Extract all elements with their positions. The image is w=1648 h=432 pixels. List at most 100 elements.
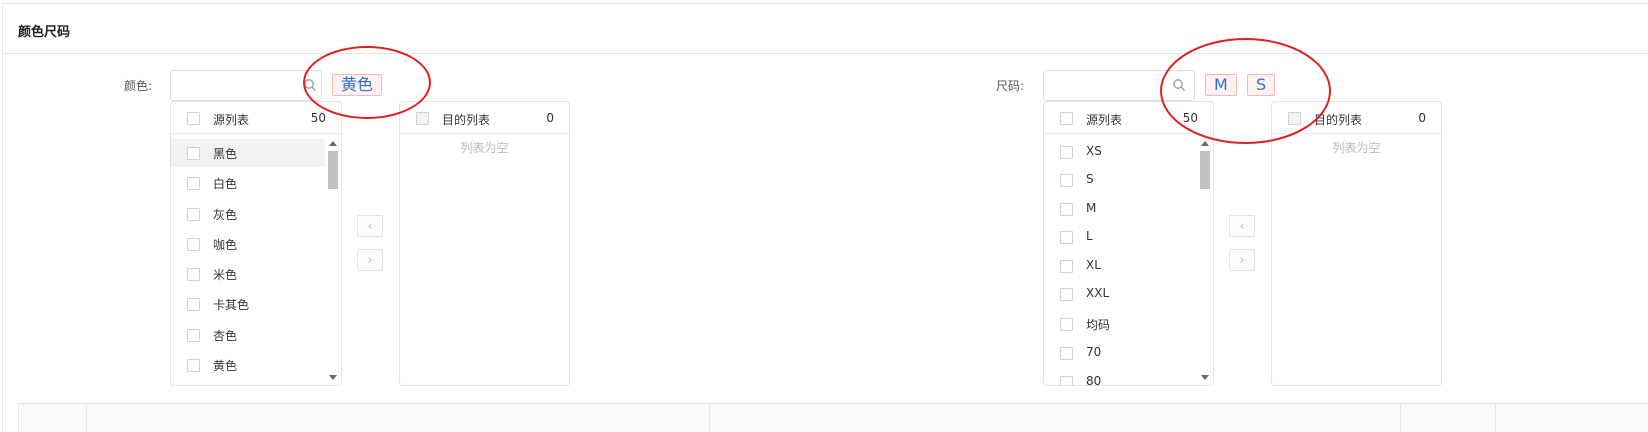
- search-icon[interactable]: [1172, 78, 1186, 92]
- item-checkbox[interactable]: [187, 147, 200, 160]
- scroll-down-arrow-icon[interactable]: [329, 375, 337, 380]
- scroll-thumb[interactable]: [328, 151, 338, 189]
- selected-size-tag[interactable]: M: [1205, 74, 1237, 96]
- color-source-header: 源列表 50: [171, 102, 341, 134]
- selected-size-tag[interactable]: S: [1247, 74, 1276, 96]
- color-target-header: 目的列表 0: [400, 102, 569, 134]
- item-label: S: [1086, 172, 1094, 186]
- scroll-down-arrow-icon[interactable]: [1201, 375, 1209, 380]
- table-divider: [709, 404, 710, 432]
- item-label: L: [1086, 229, 1093, 243]
- item-checkbox[interactable]: [187, 359, 200, 372]
- size-label: 尺码:: [996, 79, 1025, 93]
- item-checkbox[interactable]: [1060, 231, 1073, 244]
- item-label: XS: [1086, 144, 1102, 158]
- list-item[interactable]: 80: [1044, 368, 1197, 386]
- list-item[interactable]: 白色: [171, 169, 325, 197]
- color-target-title: 目的列表: [442, 113, 491, 127]
- list-item[interactable]: S: [1044, 166, 1197, 194]
- item-label: 灰色: [213, 208, 238, 222]
- color-source-scrollbar[interactable]: [325, 135, 341, 385]
- item-label: XXL: [1086, 286, 1110, 300]
- item-label: M: [1086, 201, 1097, 215]
- item-label: 黄色: [213, 359, 238, 373]
- list-item[interactable]: L: [1044, 223, 1197, 251]
- item-checkbox[interactable]: [1060, 174, 1073, 187]
- item-checkbox[interactable]: [187, 177, 200, 190]
- item-checkbox[interactable]: [1060, 146, 1073, 159]
- color-source-title: 源列表: [213, 113, 250, 127]
- size-target-empty-text: 列表为空: [1332, 141, 1381, 155]
- color-target-count: 0: [546, 111, 554, 125]
- item-label: 70: [1086, 345, 1102, 359]
- color-label: 颜色:: [124, 79, 153, 93]
- move-right-button[interactable]: ›: [1229, 249, 1255, 271]
- item-label: 白色: [213, 177, 238, 191]
- selected-color-tag[interactable]: 黄色: [332, 74, 383, 96]
- item-label: 米色: [213, 268, 238, 282]
- list-item[interactable]: 70: [1044, 339, 1197, 367]
- list-item[interactable]: 均码: [1044, 310, 1197, 338]
- item-checkbox[interactable]: [187, 208, 200, 221]
- item-checkbox[interactable]: [187, 329, 200, 342]
- move-left-button[interactable]: ‹: [1229, 215, 1255, 237]
- item-checkbox[interactable]: [1060, 288, 1073, 301]
- item-checkbox[interactable]: [1060, 318, 1073, 331]
- color-target-list: 目的列表 0 列表为空: [399, 101, 570, 386]
- scroll-up-arrow-icon[interactable]: [329, 141, 337, 146]
- size-source-count: 50: [1182, 111, 1198, 125]
- list-item[interactable]: XS: [1044, 138, 1197, 166]
- color-target-empty-text: 列表为空: [460, 141, 509, 155]
- list-item[interactable]: XL: [1044, 252, 1197, 280]
- list-item[interactable]: 杏色: [171, 321, 325, 349]
- item-label: XL: [1086, 258, 1101, 272]
- list-item[interactable]: M: [1044, 195, 1197, 223]
- move-left-button[interactable]: ‹: [357, 215, 383, 237]
- size-search-input[interactable]: [1043, 70, 1195, 101]
- item-label: 卡其色: [213, 298, 250, 312]
- size-target-title: 目的列表: [1314, 113, 1363, 127]
- search-icon[interactable]: [303, 78, 317, 92]
- item-label: 咖色: [213, 238, 238, 252]
- color-target-select-all-checkbox[interactable]: [416, 112, 429, 125]
- table-header-strip: [18, 403, 1648, 432]
- table-divider: [86, 404, 87, 432]
- size-source-select-all-checkbox[interactable]: [1060, 112, 1073, 125]
- item-checkbox[interactable]: [187, 268, 200, 281]
- list-item[interactable]: 米色: [171, 260, 325, 288]
- size-target-count: 0: [1418, 111, 1426, 125]
- size-target-select-all-checkbox[interactable]: [1288, 112, 1301, 125]
- list-item[interactable]: 卡其色: [171, 290, 325, 318]
- item-checkbox[interactable]: [1060, 376, 1073, 385]
- list-item[interactable]: 黑色: [171, 139, 325, 167]
- item-checkbox[interactable]: [1060, 203, 1073, 216]
- item-checkbox[interactable]: [1060, 260, 1073, 273]
- list-item[interactable]: 黄色: [171, 351, 325, 379]
- list-item[interactable]: 灰色: [171, 200, 325, 228]
- color-source-select-all-checkbox[interactable]: [187, 112, 200, 125]
- item-checkbox[interactable]: [1060, 347, 1073, 360]
- scroll-up-arrow-icon[interactable]: [1201, 141, 1209, 146]
- color-search-input[interactable]: [170, 70, 322, 101]
- item-label: 黑色: [213, 147, 238, 161]
- color-source-count: 50: [310, 111, 326, 125]
- size-target-header: 目的列表 0: [1272, 102, 1441, 134]
- move-right-button[interactable]: ›: [357, 249, 383, 271]
- item-label: 杏色: [213, 329, 238, 343]
- list-item[interactable]: 咖色: [171, 230, 325, 258]
- section-title: 颜色尺码: [18, 25, 71, 40]
- size-source-list: 源列表 50 XS S M L XL XXL 均码 70 80: [1043, 101, 1214, 386]
- table-divider: [1400, 404, 1401, 432]
- size-source-scrollbar[interactable]: [1197, 135, 1213, 385]
- item-checkbox[interactable]: [187, 238, 200, 251]
- item-label: 均码: [1086, 318, 1111, 332]
- scroll-thumb[interactable]: [1200, 151, 1210, 189]
- size-source-title: 源列表: [1086, 113, 1123, 127]
- item-label: 80: [1086, 374, 1102, 386]
- item-checkbox[interactable]: [187, 298, 200, 311]
- color-source-list: 源列表 50 黑色 白色 灰色 咖色 米色 卡其色 杏色 黄色: [170, 101, 342, 386]
- size-source-header: 源列表 50: [1044, 102, 1213, 134]
- list-item[interactable]: XXL: [1044, 280, 1197, 308]
- card-header: 颜色尺码: [3, 4, 1648, 54]
- table-divider: [1495, 404, 1496, 432]
